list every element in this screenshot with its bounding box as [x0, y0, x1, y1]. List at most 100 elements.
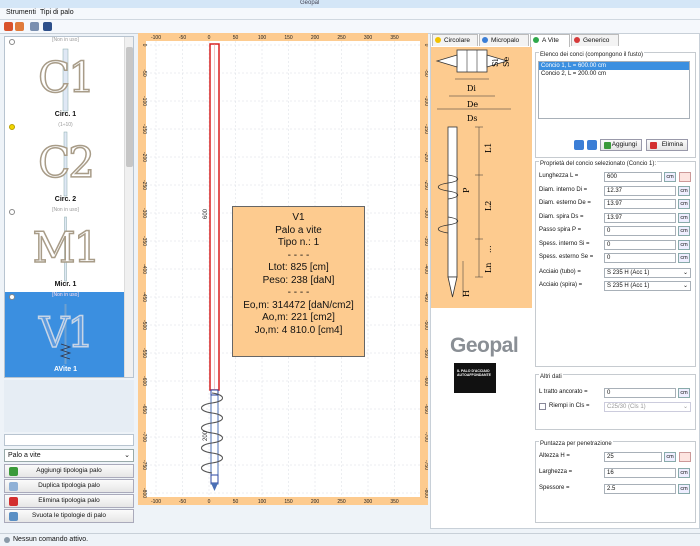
property-input[interactable]: 0 [604, 239, 676, 250]
scroll-thumb[interactable] [126, 47, 133, 167]
unit-button[interactable]: cm [678, 226, 690, 236]
x-tick-label: 0 [208, 35, 211, 41]
x-tick-label: 350 [390, 35, 399, 41]
tab-a-vite[interactable]: A Vite [530, 34, 570, 47]
field-label: Diam. interno Di = [539, 186, 588, 193]
circle-icon [533, 37, 539, 43]
x-tick-label: -50 [179, 499, 186, 505]
anchored-length-input[interactable]: 0 [604, 388, 676, 398]
calc-icon[interactable] [679, 452, 691, 462]
tip-row: Larghezza = 16 cm [539, 468, 694, 479]
tab-micropalo[interactable]: Micropalo [479, 34, 529, 46]
item-symbol: C1 [37, 52, 95, 103]
fill-checkbox[interactable] [539, 403, 546, 410]
fig-label-h: H [462, 290, 471, 297]
x-tick-label: 50 [233, 35, 239, 41]
move-down-button[interactable] [587, 140, 597, 150]
name-input[interactable] [4, 434, 134, 446]
list-item[interactable]: Concio 2, L = 200.00 cm [539, 70, 689, 78]
unit-button[interactable]: cm [664, 172, 676, 182]
item-label: Circ. 2 [54, 196, 77, 203]
tube-steel-select[interactable]: S 235 H (Acc 1) ⌄ [604, 268, 691, 278]
y-tick-label: -750 [423, 460, 428, 470]
property-input[interactable]: 0 [604, 253, 676, 263]
y-tick-label: -400 [423, 264, 428, 274]
x-tick-label: 100 [258, 35, 267, 41]
list-item-c2[interactable]: (1÷10) C2 Circ. 2 [5, 122, 126, 207]
open-icon[interactable] [15, 22, 24, 31]
vertical-scrollbar[interactable] [124, 37, 133, 377]
unit-button[interactable]: cm [678, 199, 690, 209]
tab-circolare[interactable]: Circolare [432, 34, 478, 46]
y-tick-label: -550 [141, 348, 147, 358]
add-icon [604, 142, 611, 149]
settings-icon[interactable] [30, 22, 39, 31]
tip-input[interactable]: 25 [604, 452, 662, 462]
y-tick-label: -350 [141, 236, 147, 246]
new-icon[interactable] [4, 22, 13, 31]
tip-input[interactable]: 2.5 [604, 484, 676, 494]
tip-row: Spessore = 2.5 cm [539, 484, 694, 495]
y-tick-label: -250 [423, 180, 428, 190]
clear-types-button[interactable]: Svuota le tipologie di palo [4, 509, 134, 523]
unit-button[interactable]: cm [678, 468, 690, 478]
segments-list[interactable]: Concio 1, L = 600.00 cm Concio 2, L = 20… [538, 61, 690, 119]
menu-strumenti[interactable]: Strumenti [6, 9, 36, 16]
spiral-steel-select[interactable]: S 235 H (Acc 1) ⌄ [604, 281, 691, 291]
property-input[interactable]: 13.97 [604, 199, 676, 209]
button-label: Aggiungi tipologia palo [36, 467, 102, 474]
menu-bar: Strumenti Tipi di palo [0, 8, 700, 20]
info-ao: Ao,m: 221 [cm2] [262, 312, 335, 323]
list-item-v1[interactable]: [Non in uso] V1 AVite 1 [5, 292, 126, 377]
delete-icon [650, 142, 657, 149]
unit-button[interactable]: cm [678, 185, 690, 196]
save-icon[interactable] [43, 22, 52, 31]
duplicate-type-button[interactable]: Duplica tipologia palo [4, 479, 134, 493]
unit-button[interactable]: cm [678, 484, 690, 494]
circle-icon [435, 37, 441, 43]
chevron-down-icon: ⌄ [682, 283, 688, 289]
property-row: Spess. esterno Se = 0 cm [539, 253, 694, 264]
unit-button[interactable]: cm [678, 212, 690, 223]
x-tick-label: 250 [337, 499, 346, 505]
item-symbol: V1 [38, 307, 95, 358]
add-segment-button[interactable]: Aggiungi [600, 139, 642, 151]
menu-tipi-di-palo[interactable]: Tipi di palo [40, 9, 74, 16]
x-tick-label: -100 [151, 35, 161, 41]
property-input[interactable]: 0 [604, 226, 676, 236]
info-separator: - - - - [287, 249, 310, 261]
status-dot [9, 124, 15, 130]
unit-button[interactable]: cm [678, 239, 690, 250]
delete-type-button[interactable]: Elimina tipologia palo [4, 494, 134, 508]
property-input[interactable]: 12.37 [604, 185, 676, 196]
list-item-m1[interactable]: [Non in uso] M1 Micr. 1 [5, 207, 126, 292]
clear-icon [9, 512, 18, 521]
tip-input[interactable]: 16 [604, 468, 676, 478]
x-tick-label: 0 [208, 499, 211, 505]
unit-button[interactable]: cm [678, 253, 690, 263]
unit-button[interactable]: cm [664, 452, 676, 462]
list-item[interactable]: Concio 1, L = 600.00 cm [539, 62, 689, 70]
tab-label: Generico [583, 37, 610, 44]
pile-type-list[interactable]: [Non in uso] C1 Circ. 1 (1÷10) C2 Circ. … [4, 36, 134, 378]
pile-type-select[interactable]: Palo a vite ⌄ [4, 449, 134, 462]
unit-button[interactable]: cm [678, 388, 690, 398]
section-title: Altri dati [539, 374, 563, 380]
add-type-button[interactable]: Aggiungi tipologia palo [4, 464, 134, 478]
calc-icon[interactable] [679, 172, 691, 182]
move-up-button[interactable] [574, 140, 584, 150]
section-title: Elenco dei conci (compongono il fusto) [539, 52, 645, 58]
concrete-select[interactable]: C25/30 (Cls 1) ⌄ [604, 402, 691, 412]
drawing-canvas[interactable]: 600 200 -100 -50 0 50 100 150 200 250 300 350 -10… [138, 33, 428, 505]
info-length: Ltot: 825 [cm] [268, 262, 329, 273]
y-tick-label: -150 [423, 124, 428, 134]
status-icon [4, 537, 10, 543]
property-input[interactable]: 13.97 [604, 212, 676, 223]
y-tick-label: -50 [141, 69, 147, 76]
tab-generico[interactable]: Generico [571, 34, 619, 46]
y-tick-label: -500 [141, 320, 147, 330]
field-label: Spessore = [539, 485, 570, 491]
list-item-c1[interactable]: [Non in uso] C1 Circ. 1 [5, 37, 126, 122]
delete-segment-button[interactable]: Elimina [646, 139, 688, 151]
property-input[interactable]: 600 [604, 172, 662, 182]
